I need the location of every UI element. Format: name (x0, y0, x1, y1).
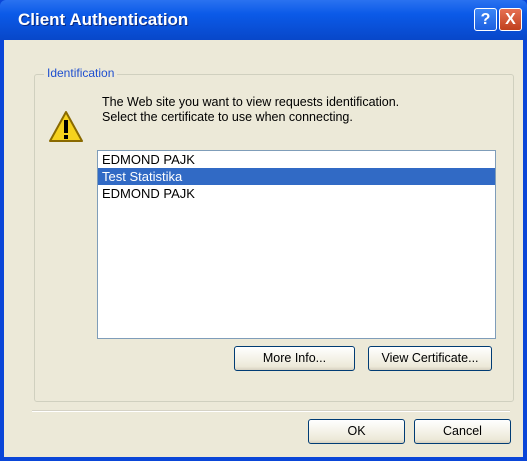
separator (32, 410, 510, 412)
client-authentication-dialog: Client Authentication ? X Identification… (0, 0, 527, 461)
cancel-button[interactable]: Cancel (414, 419, 511, 444)
certificate-item[interactable]: EDMOND PAJK (98, 185, 495, 202)
message-line-2: Select the certificate to use when conne… (102, 110, 353, 124)
ok-button[interactable]: OK (308, 419, 405, 444)
view-certificate-button[interactable]: View Certificate... (368, 346, 492, 371)
more-info-button[interactable]: More Info... (234, 346, 355, 371)
group-label: Identification (44, 66, 118, 80)
window-title: Client Authentication (18, 10, 189, 29)
warning-icon (48, 110, 84, 147)
certificate-item-selected[interactable]: Test Statistika (98, 168, 495, 185)
message-text: The Web site you want to view requests i… (102, 95, 502, 125)
help-button[interactable]: ? (474, 8, 497, 31)
message-line-1: The Web site you want to view requests i… (102, 95, 400, 109)
certificate-list[interactable]: EDMOND PAJK Test Statistika EDMOND PAJK (97, 150, 496, 339)
title-bar[interactable]: Client Authentication ? X (0, 0, 527, 40)
close-button[interactable]: X (499, 8, 522, 31)
certificate-item[interactable]: EDMOND PAJK (98, 151, 495, 168)
dialog-body: Identification The Web site you want to … (4, 40, 523, 457)
